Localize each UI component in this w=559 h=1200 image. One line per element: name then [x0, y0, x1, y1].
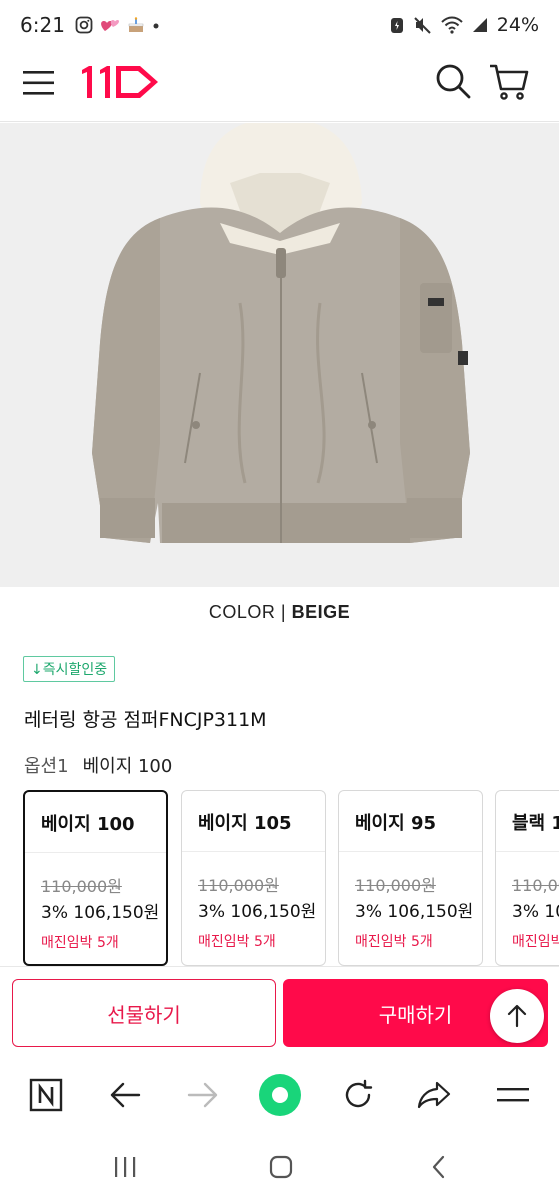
product-title: 레터링 항공 점퍼FNCJP311M — [24, 709, 267, 731]
menu-icon[interactable] — [22, 66, 56, 100]
stock-warning: 매진임박 5개 — [41, 935, 119, 951]
original-price: 110,000원 — [198, 876, 279, 895]
home-icon — [269, 1155, 293, 1179]
selected-option: 옵션1 베이지 100 — [24, 752, 172, 778]
option-card[interactable]: 베이지 105 110,000원 3% 106,150원 매진임박 5개 — [181, 790, 326, 966]
green-dot-icon — [259, 1074, 301, 1116]
divider — [496, 851, 559, 852]
browser-menu-button[interactable] — [493, 1075, 533, 1115]
home-button[interactable] — [263, 1151, 299, 1183]
discount-price: 3% 106,150원 — [512, 902, 559, 922]
naver-home-button[interactable] — [26, 1075, 66, 1115]
recent-apps-icon — [115, 1157, 136, 1177]
divider — [182, 851, 325, 852]
arrow-right-icon — [187, 1082, 218, 1108]
option-name: 베이지 95 — [355, 813, 436, 834]
hearts-icon — [101, 20, 119, 31]
color-caption-value: BEIGE — [291, 602, 351, 622]
mute-icon — [414, 17, 431, 34]
refresh-button[interactable] — [338, 1075, 378, 1115]
option-card[interactable]: 블랙 100 110,000원 3% 106,150원 매진임박 5개 — [495, 790, 559, 966]
option-card[interactable]: 베이지 100 110,000원 3% 106,150원 매진임박 5개 — [23, 790, 168, 966]
discount-price: 3% 106,150원 — [41, 903, 160, 923]
forward-button[interactable] — [183, 1075, 223, 1115]
cart-icon[interactable] — [488, 62, 530, 102]
color-caption-label: COLOR | — [208, 602, 292, 622]
system-navigation-bar — [0, 1135, 559, 1200]
scroll-top-button[interactable] — [490, 989, 544, 1043]
status-bar: 6:21 24% — [0, 0, 559, 50]
product-image[interactable] — [0, 123, 559, 587]
jacket-illustration — [92, 123, 470, 543]
search-icon[interactable] — [434, 62, 472, 100]
arrow-left-icon — [110, 1082, 141, 1108]
arrow-up-icon — [507, 1004, 527, 1028]
battery-saver-icon — [390, 18, 403, 33]
divider — [25, 852, 166, 853]
dot-icon — [153, 23, 159, 29]
instagram-icon — [75, 16, 93, 34]
share-button[interactable] — [414, 1075, 454, 1115]
purchase-action-bar: 선물하기 구매하기 — [0, 966, 559, 1056]
browser-toolbar — [0, 1057, 559, 1135]
option-name: 블랙 100 — [512, 813, 559, 834]
original-price: 110,000원 — [41, 877, 122, 896]
status-time: 6:21 — [20, 13, 65, 37]
eleven-street-logo[interactable] — [78, 62, 162, 102]
recent-apps-button[interactable] — [107, 1151, 143, 1183]
color-caption: COLOR | BEIGE — [0, 602, 559, 623]
app-header — [0, 50, 559, 122]
option-label: 옵션1 — [24, 756, 69, 777]
cake-icon — [128, 17, 144, 32]
share-icon — [417, 1081, 451, 1109]
stock-warning: 매진임박 5개 — [355, 934, 433, 950]
wifi-icon — [441, 16, 463, 34]
option-name: 베이지 100 — [41, 814, 135, 835]
option-value: 베이지 100 — [82, 756, 173, 777]
gift-button[interactable]: 선물하기 — [12, 979, 276, 1047]
original-price: 110,000원 — [512, 876, 559, 895]
discount-price: 3% 106,150원 — [198, 902, 317, 922]
hamburger-icon — [497, 1088, 529, 1102]
notification-icons — [75, 16, 161, 34]
back-nav-button[interactable] — [421, 1151, 457, 1183]
naver-n-icon — [29, 1078, 63, 1112]
option-carousel[interactable]: 베이지 100 110,000원 3% 106,150원 매진임박 5개 베이지… — [23, 790, 559, 966]
refresh-icon — [345, 1079, 373, 1108]
option-card[interactable]: 베이지 95 110,000원 3% 106,150원 매진임박 5개 — [338, 790, 483, 966]
back-button[interactable] — [105, 1075, 145, 1115]
instant-discount-badge: ↓즉시할인중 — [23, 656, 116, 682]
naver-green-dot-button[interactable] — [258, 1073, 302, 1117]
option-name: 베이지 105 — [198, 813, 292, 834]
original-price: 110,000원 — [355, 876, 436, 895]
discount-price: 3% 106,150원 — [355, 902, 474, 922]
battery-percent: 24% — [496, 14, 539, 36]
stock-warning: 매진임박 5개 — [512, 934, 559, 950]
chevron-left-icon — [432, 1155, 445, 1179]
signal-icon — [472, 18, 487, 32]
stock-warning: 매진임박 5개 — [198, 934, 276, 950]
divider — [339, 851, 482, 852]
